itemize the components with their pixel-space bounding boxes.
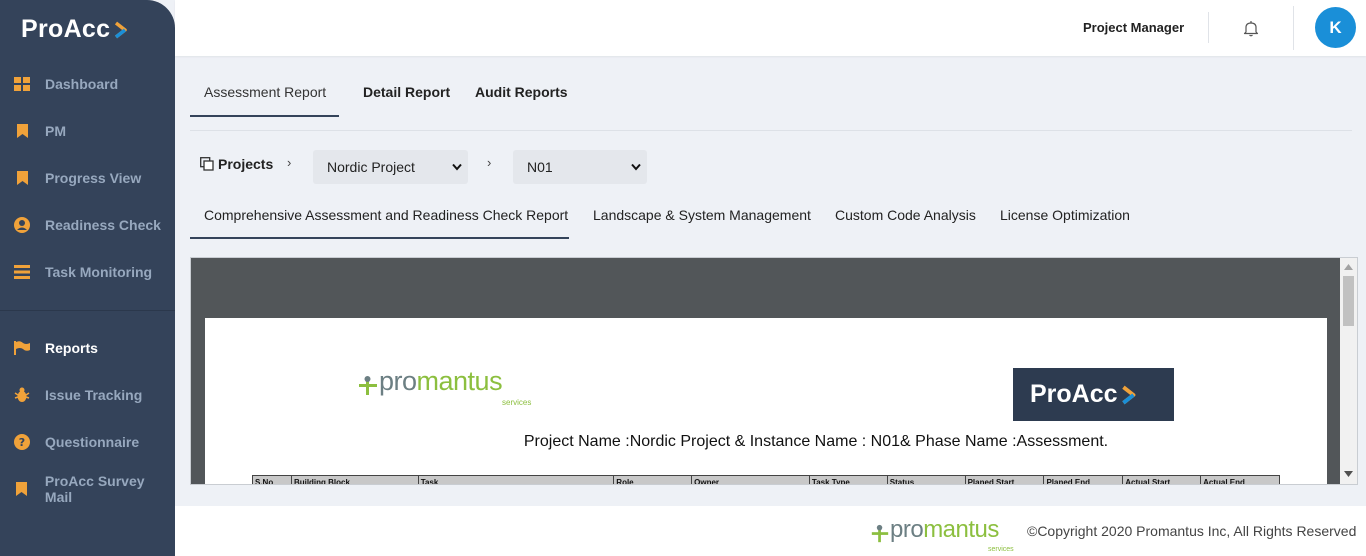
question-circle-icon: ? <box>14 434 30 450</box>
sidebar-item-label: Task Monitoring <box>45 264 153 280</box>
brand-name: ProAcc <box>21 15 111 43</box>
flag-icon <box>14 340 30 356</box>
svg-text:?: ? <box>19 436 25 449</box>
projects-label: Projects <box>218 156 274 172</box>
sidebar-item-label: Readiness Check <box>45 217 161 233</box>
table-header-cell: Planed Start <box>966 476 1045 484</box>
active-tab-indicator <box>190 115 339 117</box>
bookmark-icon <box>14 170 30 186</box>
brand-logo[interactable]: ProAcc <box>21 15 128 44</box>
sidebar-item-label: Progress View <box>45 170 142 186</box>
scroll-up-arrow-icon[interactable] <box>1344 264 1353 270</box>
footer-promantus-logo: promantus services <box>870 516 1014 553</box>
sidebar-item-questionnaire[interactable]: ? Questionnaire <box>0 422 175 462</box>
dashboard-grid-icon <box>14 76 30 92</box>
table-header-cell: Task Type <box>810 476 888 484</box>
report-viewer[interactable]: promantus services ProAcc Project Name :… <box>190 257 1358 485</box>
user-circle-icon <box>14 217 30 233</box>
project-select[interactable]: Nordic Project <box>313 150 468 184</box>
table-header-cell: Status <box>888 476 966 484</box>
sidebar-item-proacc-survey-mail[interactable]: ProAcc Survey Mail <box>0 469 175 509</box>
promantus-wordmark: promantus <box>890 516 999 543</box>
project-select-value: Nordic Project <box>327 159 415 175</box>
footer: promantus services ©Copyright 2020 Proma… <box>175 506 1366 556</box>
top-header: Project Manager K <box>175 0 1366 56</box>
promantus-mark-icon <box>359 376 377 395</box>
sidebar-item-reports[interactable]: Reports <box>0 328 175 368</box>
promantus-mark-icon <box>871 524 889 543</box>
promantus-tagline: services <box>502 398 532 407</box>
table-header-cell: Task <box>419 476 615 484</box>
table-header-cell: Actual Start <box>1123 476 1202 484</box>
chevron-down-icon <box>452 163 462 171</box>
header-divider <box>1208 12 1209 43</box>
sidebar: ProAcc Dashboard PM Progress View Readin… <box>0 0 175 556</box>
avatar[interactable]: K <box>1315 7 1356 48</box>
table-header-cell: Owner <box>692 476 810 484</box>
subtab-custom-code-analysis[interactable]: Custom Code Analysis <box>835 207 976 223</box>
brand-chevron-icon <box>1121 385 1135 404</box>
sidebar-item-task-monitoring[interactable]: Task Monitoring <box>0 252 175 292</box>
breadcrumb-separator: › <box>487 155 492 170</box>
promantus-wordmark: promantus <box>379 366 503 396</box>
sidebar-divider <box>0 310 175 311</box>
promantus-logo: promantus services <box>357 366 531 407</box>
subtab-landscape-system-management[interactable]: Landscape & System Management <box>593 207 811 223</box>
sidebar-item-label: ProAcc Survey Mail <box>44 473 145 505</box>
sidebar-item-label: Questionnaire <box>45 434 140 450</box>
tab-detail-report[interactable]: Detail Report <box>363 84 450 100</box>
bookmark-icon <box>14 481 30 497</box>
tab-divider <box>190 130 1352 131</box>
report-page: promantus services ProAcc Project Name :… <box>205 318 1327 485</box>
instance-select[interactable]: N01 <box>513 150 647 184</box>
subtab-comprehensive-assessment[interactable]: Comprehensive Assessment and Readiness C… <box>204 207 568 223</box>
table-header-cell: Actual End <box>1203 478 1245 485</box>
breadcrumb-projects[interactable]: Projects <box>200 156 273 172</box>
bookmark-icon <box>14 123 30 139</box>
sidebar-item-issue-tracking[interactable]: Issue Tracking <box>0 375 175 415</box>
brand-chevron-icon <box>115 21 128 38</box>
sidebar-item-pm[interactable]: PM <box>0 111 175 151</box>
copy-icon <box>200 157 214 171</box>
table-header-cell: Planed End <box>1044 476 1124 484</box>
tasks-icon <box>14 264 30 280</box>
promantus-tagline: services <box>988 546 1014 553</box>
scrollbar-thumb[interactable] <box>1343 276 1354 326</box>
proacc-report-logo-text: ProAcc <box>1030 380 1118 408</box>
breadcrumb-separator: › <box>287 155 292 170</box>
table-header-cell: Building Block <box>292 476 419 484</box>
proacc-report-logo: ProAcc <box>1013 368 1174 421</box>
tab-audit-reports[interactable]: Audit Reports <box>475 84 568 100</box>
user-role-label[interactable]: Project Manager <box>1083 20 1184 35</box>
header-divider <box>1293 6 1294 50</box>
bug-icon <box>14 387 30 403</box>
active-subtab-indicator <box>190 237 569 239</box>
viewer-scrollbar[interactable] <box>1340 258 1357 484</box>
tab-assessment-report[interactable]: Assessment Report <box>204 84 326 100</box>
report-title: Project Name :Nordic Project & Instance … <box>523 433 1109 450</box>
sidebar-item-label: PM <box>45 123 66 139</box>
notification-bell-icon[interactable] <box>1243 20 1259 37</box>
sidebar-item-label: Dashboard <box>45 76 119 92</box>
sidebar-item-readiness-check[interactable]: Readiness Check <box>0 205 175 245</box>
copyright-text: ©Copyright 2020 Promantus Inc, All Right… <box>1027 523 1357 539</box>
scroll-down-arrow-icon[interactable] <box>1344 471 1353 477</box>
sidebar-item-label: Issue Tracking <box>45 387 143 403</box>
sidebar-item-dashboard[interactable]: Dashboard <box>0 64 175 104</box>
table-header-cell: Role <box>614 476 693 484</box>
sidebar-item-label: Reports <box>45 340 98 356</box>
subtab-license-optimization[interactable]: License Optimization <box>1000 207 1130 223</box>
table-header-cell: S.No <box>253 476 292 484</box>
report-table-header: S.No Building Block Task Role Owner Task… <box>252 475 1280 485</box>
chevron-down-icon <box>631 163 641 171</box>
sidebar-item-progress-view[interactable]: Progress View <box>0 158 175 198</box>
instance-select-value: N01 <box>527 159 553 175</box>
